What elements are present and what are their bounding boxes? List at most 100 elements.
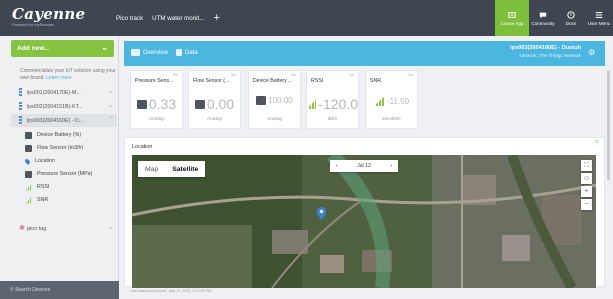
channel-label: RSSI (37, 184, 50, 190)
widget-value-row: -11.50 (366, 96, 417, 106)
logo-text: Cayenne (12, 5, 86, 23)
widget-channel: 3m (408, 73, 413, 77)
gauge-icon (25, 144, 32, 152)
widget-value: -11.50 (386, 96, 410, 106)
learn-more-link[interactable]: Learn more (46, 75, 72, 81)
widget-unit: Analog (267, 117, 282, 122)
add-new-button[interactable]: Add new... ⌄ (11, 40, 114, 57)
widget-value-row: 0.00 (189, 96, 240, 112)
channel-label: SNR (37, 197, 49, 203)
widget-value: -120.0 (318, 96, 358, 112)
search-devices[interactable]: ⚲ Search Devices (0, 281, 119, 299)
date-selector: ‹ Jul 12 › (330, 160, 398, 172)
sidebar-channel-flow[interactable]: Flow Sensor (m3/h) (25, 142, 83, 154)
pegman-icon[interactable]: ☺ (581, 173, 592, 184)
widget-channel: 3m (173, 73, 178, 77)
top-right-menu: Create App Community Docs User Menu (495, 0, 613, 36)
sidebar-device-lps002[interactable]: lps002(2604151B)-KT... ⌄ (11, 100, 117, 113)
tab-pico-track[interactable]: Pico track (116, 15, 143, 22)
chevron-down-icon[interactable]: ⌄ (108, 102, 113, 109)
gear-icon[interactable]: ⚙ (595, 139, 599, 145)
widget-unit: Analog (149, 117, 164, 122)
sidebar-channel-rssi[interactable]: RSSI (25, 181, 49, 193)
widget-title: RSSI (311, 78, 324, 84)
sidebar-channel-battery[interactable]: Device Battery (%) (25, 129, 81, 141)
widget-channel: 3m (349, 73, 354, 77)
channel-label: Pressure Sensor (MPa) (37, 171, 93, 177)
sidebar-channel-snr[interactable]: SNR (25, 194, 48, 206)
top-bar: Cayenne Powered by myDevices Pico track … (0, 0, 613, 36)
user-menu-button[interactable]: User Menu (585, 0, 613, 36)
fullscreen-icon[interactable]: ⛶ (581, 160, 592, 171)
docs-button[interactable]: Docs (557, 0, 585, 36)
device-label: lps001(2604170E)-M... (27, 89, 81, 96)
widget-pressure-sensor[interactable]: Pressure Sens... 3m 0.33 Analog (130, 70, 183, 129)
gauge-icon (194, 99, 205, 109)
create-app-icon (508, 11, 516, 18)
page-scrollbar[interactable] (607, 70, 610, 180)
data-label: Data (185, 49, 198, 56)
sidebar-device-lps001[interactable]: lps001(2604170E)-M... ⌄ (11, 86, 117, 99)
signal-icon (25, 183, 32, 191)
tab-utm-water[interactable]: UTM water monit... (152, 15, 204, 22)
widget-unit: dBm (327, 117, 338, 122)
location-widget: Location ⚙ Map Satellite ‹ Jul 12 › ⛶ ☺ … (124, 137, 605, 288)
widget-title: Pressure Sens... (135, 78, 174, 84)
user-menu-icon (595, 11, 603, 18)
widget-value: 100.00 (268, 96, 293, 105)
location-pin-icon[interactable] (317, 207, 326, 220)
prev-date-button[interactable]: ‹ (336, 163, 338, 169)
device-label: lps002(2604151B)-KT... (27, 103, 83, 110)
widget-rssi[interactable]: RSSI 3m -120.0 dBm (306, 70, 359, 129)
promo-text: Commercialize your IoT solution using yo… (20, 68, 116, 82)
next-date-button[interactable]: › (390, 163, 392, 169)
widget-snr[interactable]: SNR 3m -11.50 Decibels (365, 70, 418, 129)
channel-label: Flow Sensor (m3/h) (37, 145, 84, 151)
widget-value-row: 0.33 (131, 96, 182, 112)
settings-gear-icon[interactable]: ⚙ (588, 49, 596, 57)
widget-unit: Analog (207, 117, 222, 122)
user-menu-label: User Menu (587, 20, 611, 26)
overview-icon (131, 49, 140, 56)
chevron-down-icon[interactable]: ⌄ (108, 88, 113, 95)
widget-device-battery[interactable]: Device Battery ... 3m 100.00 Analog (248, 70, 301, 129)
zoom-out-icon[interactable]: − (581, 199, 592, 210)
add-tab-button[interactable]: + (213, 12, 219, 24)
signal-icon (373, 96, 385, 106)
device-icon (19, 88, 22, 97)
map-type-map[interactable]: Map (138, 161, 165, 177)
last-data-note: Last data packet sent: July 12, 2021 3:2… (130, 289, 212, 293)
tab-data[interactable]: Data (176, 49, 198, 56)
channel-label: Location (35, 158, 56, 164)
sidebar-device-lps003[interactable]: lps003(2604160E) - D... ⌃ (11, 114, 117, 127)
sidebar-channel-pressure[interactable]: Pressure Sensor (MPa) (25, 168, 92, 180)
widget-title: SNR (370, 78, 381, 84)
gauge-icon (25, 170, 32, 178)
tracker-icon: ✱ (19, 225, 25, 232)
create-app-button[interactable]: Create App (495, 0, 529, 36)
device-header: Overview Data lps003(2604160E) - Dustuh … (124, 41, 605, 66)
channel-label: Device Battery (%) (37, 132, 82, 138)
device-title: lps003(2604160E) - Dustuh (510, 45, 581, 51)
sidebar-channel-location[interactable]: Location (24, 155, 56, 167)
location-icon (24, 157, 31, 165)
data-icon (176, 49, 182, 56)
community-button[interactable]: Community (529, 0, 557, 36)
satellite-map[interactable]: Map Satellite ‹ Jul 12 › ⛶ ☺ + − (132, 155, 596, 288)
sidebar-device-pico-tag[interactable]: ✱ pico tag ⌄ (11, 222, 117, 235)
signal-icon (307, 99, 317, 109)
docs-icon (567, 10, 575, 19)
widget-value-row: -120.0 (307, 96, 358, 112)
chevron-up-icon[interactable]: ⌃ (108, 116, 113, 123)
tab-overview[interactable]: Overview (131, 49, 168, 56)
device-label: lps003(2604160E) - D... (27, 117, 84, 124)
map-type-satellite[interactable]: Satellite (165, 161, 205, 177)
cayenne-logo[interactable]: Cayenne Powered by myDevices (12, 5, 85, 27)
widget-flow-sensor[interactable]: Flow Sensor (... 3m 0.00 Analog (188, 70, 241, 129)
widget-title: Flow Sensor (... (193, 78, 230, 84)
docs-label: Docs (565, 20, 577, 26)
widget-value: 0.00 (206, 96, 235, 112)
zoom-in-icon[interactable]: + (581, 186, 592, 197)
chevron-down-icon[interactable]: ⌄ (108, 224, 113, 231)
date-label: Jul 12 (357, 163, 371, 169)
